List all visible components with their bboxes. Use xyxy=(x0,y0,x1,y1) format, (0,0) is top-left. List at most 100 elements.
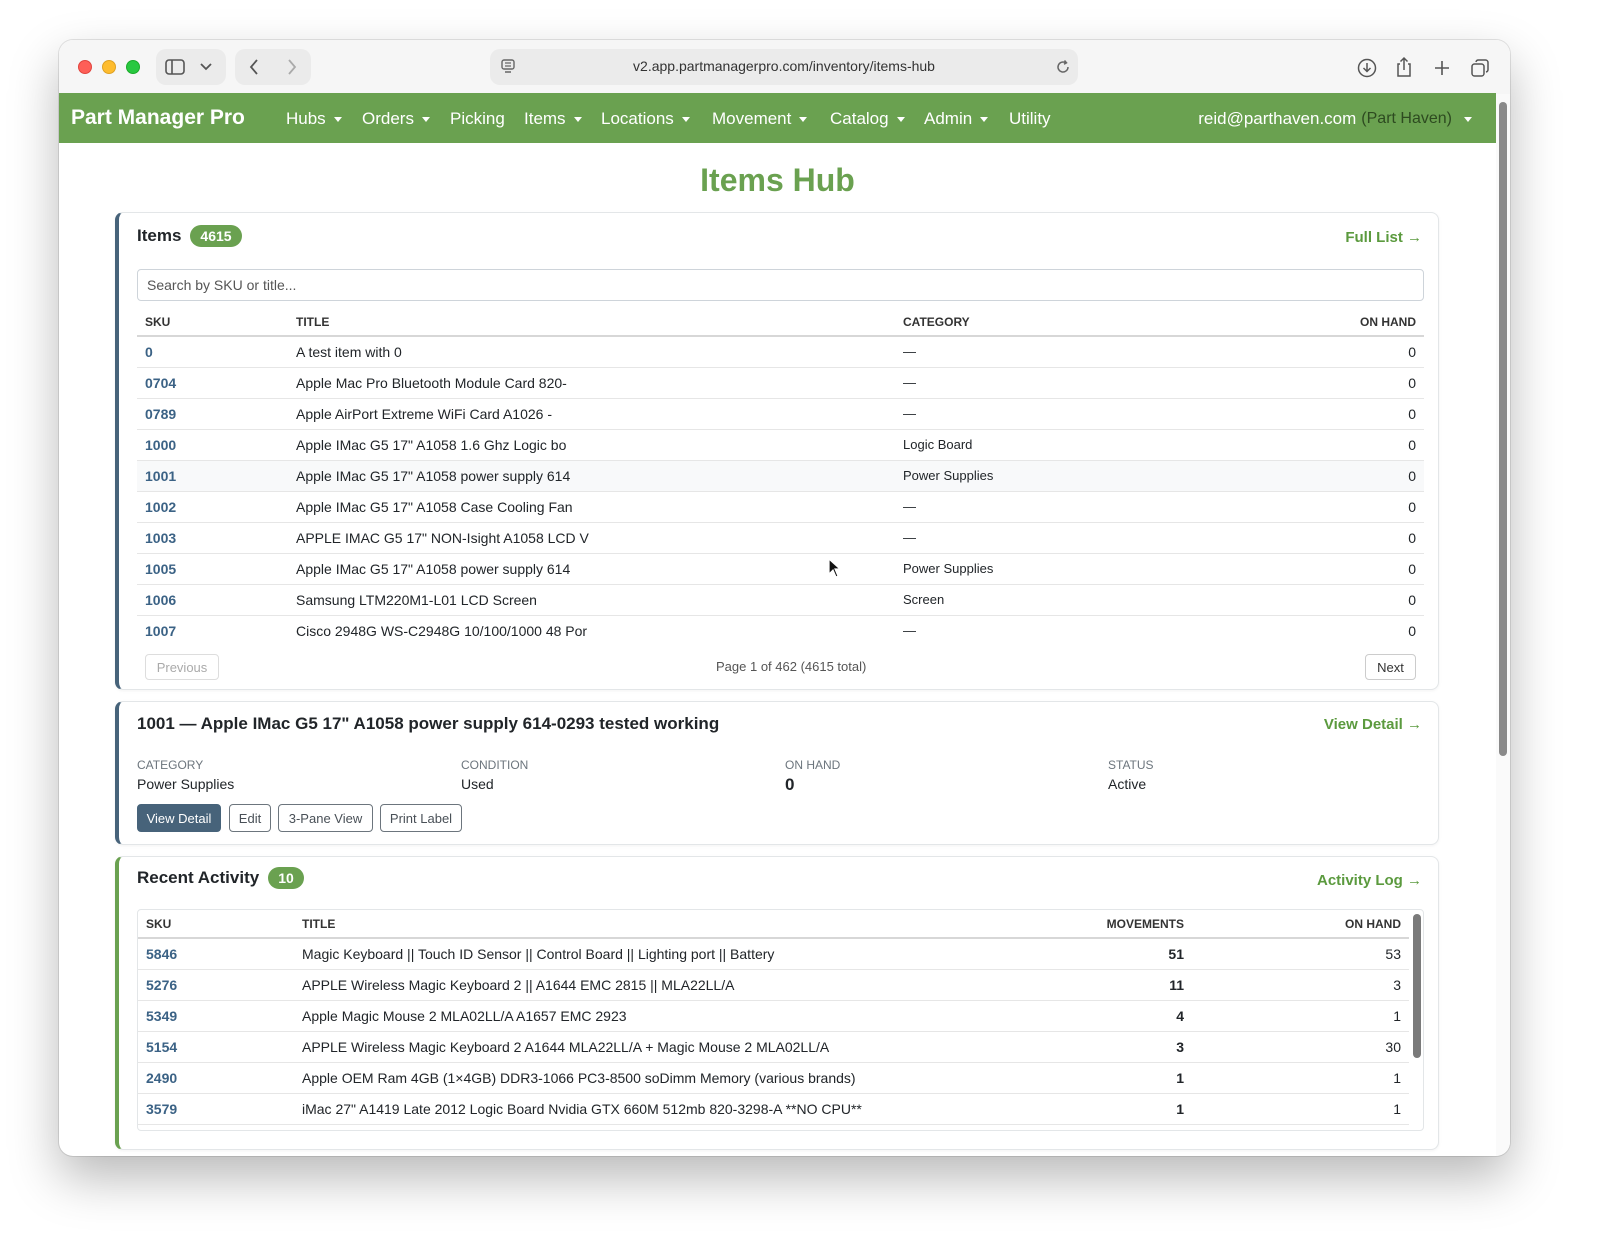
table-row[interactable]: 0789 Apple AirPort Extreme WiFi Card A10… xyxy=(137,398,1424,430)
reload-icon[interactable] xyxy=(1054,58,1072,81)
row-category: — xyxy=(895,398,1234,430)
row-sku[interactable]: 0789 xyxy=(137,398,288,430)
table-row[interactable]: 0704 Apple Mac Pro Bluetooth Module Card… xyxy=(137,367,1424,399)
items-table: SKU TITLE CATEGORY ON HAND 0 A test item… xyxy=(137,308,1424,646)
view-detail-link[interactable]: View Detail → xyxy=(1324,716,1422,733)
table-row[interactable]: 5154 APPLE Wireless Magic Keyboard 2 A16… xyxy=(138,1031,1409,1063)
row-title: Apple IMac G5 17" A1058 power supply 614 xyxy=(288,553,895,585)
row-sku[interactable]: 1000 xyxy=(137,429,288,461)
table-row[interactable]: 5276 APPLE Wireless Magic Keyboard 2 || … xyxy=(138,969,1409,1001)
row-sku[interactable]: 1003 xyxy=(137,522,288,554)
col-title-header[interactable]: TITLE xyxy=(294,910,1029,939)
back-arrow-icon[interactable] xyxy=(243,57,265,77)
tab-overview-icon[interactable] xyxy=(1469,57,1491,79)
pagination-status: Page 1 of 462 (4615 total) xyxy=(716,659,867,674)
row-title: Apple Magic Mouse 2 MLA02LL/A A1657 EMC … xyxy=(294,1000,1029,1032)
minimize-window-button[interactable] xyxy=(102,60,116,74)
close-window-button[interactable] xyxy=(78,60,92,74)
row-on-hand: 0 xyxy=(1408,622,1416,639)
table-row[interactable]: 1006 Samsung LTM220M1-L01 LCD Screen Scr… xyxy=(137,584,1424,616)
row-sku[interactable]: 0704 xyxy=(137,367,288,399)
user-org: (Part Haven) xyxy=(1361,110,1452,127)
row-sku[interactable]: 1006 xyxy=(137,584,288,616)
col-on-hand-header[interactable]: ON HAND xyxy=(1234,308,1424,337)
share-icon[interactable] xyxy=(1393,55,1415,79)
col-on-hand-header[interactable]: ON HAND xyxy=(1192,910,1409,939)
row-sku[interactable]: 5349 xyxy=(138,1000,294,1032)
activity-scrollbar-thumb[interactable] xyxy=(1413,914,1421,1058)
row-sku[interactable]: 2490 xyxy=(138,1062,294,1094)
row-on-hand: 0 xyxy=(1234,491,1424,523)
row-title: Magic Keyboard || Touch ID Sensor || Con… xyxy=(294,938,1029,970)
three-pane-view-button[interactable]: 3-Pane View xyxy=(278,804,373,832)
table-row[interactable]: 1002 Apple IMac G5 17" A1058 Case Coolin… xyxy=(137,491,1424,523)
col-sku-header[interactable]: SKU xyxy=(138,910,294,939)
edit-button[interactable]: Edit xyxy=(229,804,271,832)
table-row[interactable]: 5846 Magic Keyboard || Touch ID Sensor |… xyxy=(138,938,1409,970)
nav-admin[interactable]: Admin xyxy=(924,109,989,129)
row-sku[interactable]: 5846 xyxy=(138,938,294,970)
recent-activity-title: Recent Activity 10 xyxy=(137,867,304,889)
address-bar[interactable]: v2.app.partmanagerpro.com/inventory/item… xyxy=(490,49,1078,85)
url-text: v2.app.partmanagerpro.com/inventory/item… xyxy=(633,58,935,74)
items-count-badge: 4615 xyxy=(190,225,242,247)
table-row[interactable]: 1000 Apple IMac G5 17" A1058 1.6 Ghz Log… xyxy=(137,429,1424,461)
brand-logo[interactable]: Part Manager Pro xyxy=(71,106,245,130)
previous-page-button[interactable]: Previous xyxy=(145,654,219,680)
table-row[interactable]: 1007 Cisco 2948G WS-C2948G 10/100/1000 4… xyxy=(137,615,1424,646)
col-title-header[interactable]: TITLE xyxy=(288,308,895,337)
search-input[interactable] xyxy=(137,269,1424,301)
row-sku[interactable]: 1005 xyxy=(137,553,288,585)
table-row[interactable]: 0 A test item with 0 — 0 xyxy=(137,336,1424,368)
nav-hubs-label: Hubs xyxy=(286,109,326,128)
table-row[interactable]: 1003 APPLE IMAC G5 17" NON-Isight A1058 … xyxy=(137,522,1424,554)
nav-catalog[interactable]: Catalog xyxy=(830,109,905,129)
full-list-link[interactable]: Full List → xyxy=(1345,229,1422,246)
nav-catalog-label: Catalog xyxy=(830,109,889,128)
row-on-hand: 0 xyxy=(1234,460,1424,492)
row-on-hand: 53 xyxy=(1192,938,1409,970)
row-sku[interactable]: 1002 xyxy=(137,491,288,523)
caret-down-icon xyxy=(421,116,430,122)
table-row[interactable]: 1005 Apple IMac G5 17" A1058 power suppl… xyxy=(137,553,1424,585)
nav-utility[interactable]: Utility xyxy=(1009,109,1051,129)
col-sku-header[interactable]: SKU xyxy=(137,308,288,337)
row-title: APPLE Wireless Magic Keyboard 2 A1644 ML… xyxy=(294,1031,1029,1063)
new-tab-icon[interactable] xyxy=(1431,57,1453,79)
chevron-down-icon[interactable] xyxy=(196,57,216,77)
downloads-icon[interactable] xyxy=(1356,57,1378,79)
row-title: Apple Mac Pro Bluetooth Module Card 820- xyxy=(288,367,895,399)
row-sku[interactable]: 5276 xyxy=(138,969,294,1001)
page-scrollbar-thumb[interactable] xyxy=(1499,102,1507,756)
row-sku[interactable]: 1001 xyxy=(137,460,288,492)
next-page-button[interactable]: Next xyxy=(1365,654,1416,680)
activity-table-container[interactable]: SKU TITLE MOVEMENTS ON HAND 5846 Magic K… xyxy=(137,909,1424,1131)
table-row[interactable]: 2490 Apple OEM Ram 4GB (1×4GB) DDR3-1066… xyxy=(138,1062,1409,1094)
row-sku[interactable]: 3579 xyxy=(138,1093,294,1125)
nav-locations[interactable]: Locations xyxy=(601,109,690,129)
nav-picking[interactable]: Picking xyxy=(450,109,505,129)
page-title: Items Hub xyxy=(700,162,855,198)
zoom-window-button[interactable] xyxy=(126,60,140,74)
col-category-header[interactable]: CATEGORY xyxy=(895,308,1234,337)
table-row[interactable]: 5349 Apple Magic Mouse 2 MLA02LL/A A1657… xyxy=(138,1000,1409,1032)
row-sku[interactable]: 1007 xyxy=(137,615,288,646)
row-sku[interactable]: 0 xyxy=(137,336,288,368)
row-title: Samsung LTM220M1-L01 LCD Screen xyxy=(288,584,895,616)
activity-log-link[interactable]: Activity Log → xyxy=(1317,872,1422,889)
print-label-button[interactable]: Print Label xyxy=(380,804,462,832)
recent-activity-title-text: Recent Activity xyxy=(137,868,260,887)
page-scrollbar[interactable] xyxy=(1496,94,1510,1156)
table-row-selected[interactable]: 1001 Apple IMac G5 17" A1058 power suppl… xyxy=(137,460,1424,492)
view-detail-button[interactable]: View Detail xyxy=(137,804,221,832)
nav-items[interactable]: Items xyxy=(524,109,582,129)
nav-movement[interactable]: Movement xyxy=(712,109,808,129)
table-row[interactable]: 3579 iMac 27" A1419 Late 2012 Logic Boar… xyxy=(138,1093,1409,1125)
nav-orders[interactable]: Orders xyxy=(362,109,430,129)
col-movements-header[interactable]: MOVEMENTS xyxy=(1029,910,1192,939)
row-sku[interactable]: 5154 xyxy=(138,1031,294,1063)
nav-hubs[interactable]: Hubs xyxy=(286,109,342,129)
user-menu[interactable]: reid@parthaven.com (Part Haven) xyxy=(1198,109,1472,129)
sidebar-icon[interactable] xyxy=(164,57,186,77)
forward-arrow-icon[interactable] xyxy=(281,57,303,77)
